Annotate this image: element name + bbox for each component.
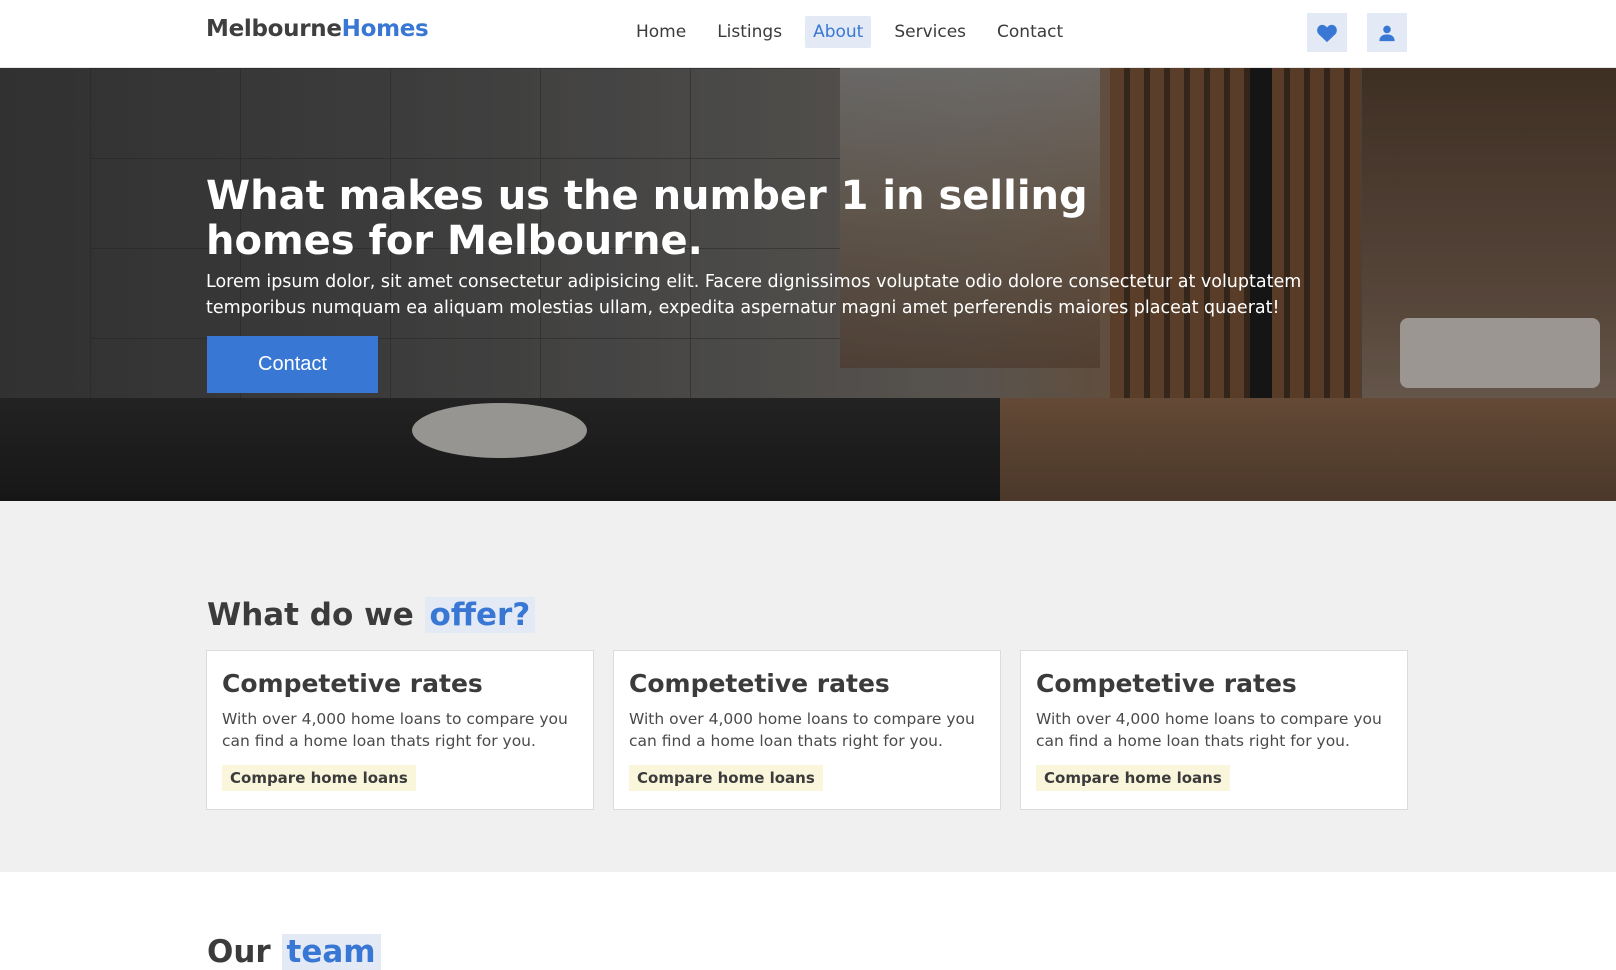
offer-heading: What do we offer? [207, 597, 536, 633]
heart-icon [1317, 24, 1337, 42]
hero-description: Lorem ipsum dolor, sit amet consectetur … [206, 272, 1302, 318]
hero-section: What makes us the number 1 in selling ho… [0, 68, 1616, 501]
card-title: Competetive rates [1036, 669, 1297, 698]
nav-links: Home Listings About Services Contact [628, 16, 1071, 48]
offer-section: What do we offer? Competetive rates With… [0, 501, 1616, 872]
team-heading: Our team [207, 934, 381, 970]
user-icon [1379, 25, 1395, 41]
offer-heading-text: What do we [207, 597, 414, 633]
offer-heading-highlight: offer? [424, 597, 536, 633]
card-text: With over 4,000 home loans to compare yo… [222, 710, 568, 750]
account-button[interactable] [1367, 13, 1407, 52]
brand-name-part2: Homes [341, 16, 429, 42]
hero-title: What makes us the number 1 in selling ho… [206, 173, 1088, 264]
compare-home-loans-link[interactable]: Compare home loans [629, 765, 823, 791]
card-title: Competetive rates [222, 669, 483, 698]
offer-cards: Competetive rates With over 4,000 home l… [206, 650, 1408, 810]
card-text: With over 4,000 home loans to compare yo… [1036, 710, 1382, 750]
team-heading-text: Our [207, 934, 271, 970]
nav-link-about[interactable]: About [805, 16, 872, 48]
compare-home-loans-link[interactable]: Compare home loans [1036, 765, 1230, 791]
nav-link-listings[interactable]: Listings [709, 16, 790, 48]
brand-name-part1: Melbourne [206, 16, 342, 42]
brand-logo[interactable]: MelbourneHomes [206, 16, 429, 42]
nav-link-home[interactable]: Home [628, 16, 694, 48]
navbar: MelbourneHomes Home Listings About Servi… [0, 0, 1616, 68]
offer-card: Competetive rates With over 4,000 home l… [1020, 650, 1408, 810]
team-heading-highlight: team [281, 934, 381, 970]
team-section: Our team [0, 872, 1616, 970]
compare-home-loans-link[interactable]: Compare home loans [222, 765, 416, 791]
favorites-button[interactable] [1307, 13, 1347, 52]
offer-card: Competetive rates With over 4,000 home l… [206, 650, 594, 810]
card-text: With over 4,000 home loans to compare yo… [629, 710, 975, 750]
nav-link-services[interactable]: Services [886, 16, 974, 48]
nav-link-contact[interactable]: Contact [989, 16, 1071, 48]
offer-card: Competetive rates With over 4,000 home l… [613, 650, 1001, 810]
card-title: Competetive rates [629, 669, 890, 698]
contact-button[interactable]: Contact [207, 336, 378, 393]
